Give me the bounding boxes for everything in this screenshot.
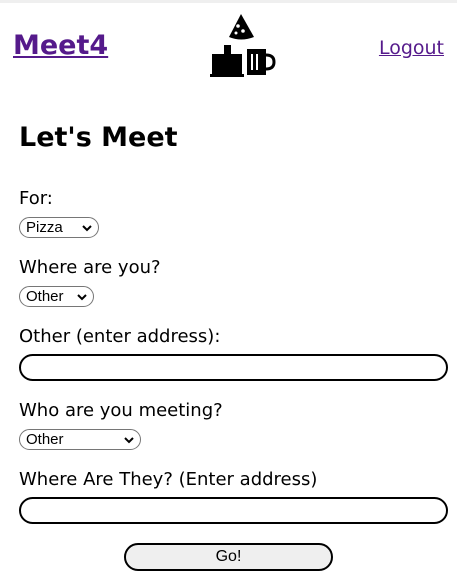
for-select-value: Pizza [26, 219, 63, 236]
brand-link[interactable]: Meet4 [13, 30, 108, 62]
chevron-down-icon [124, 437, 134, 444]
go-button[interactable]: Go! [124, 543, 333, 571]
meeting-select-value: Other [26, 431, 64, 448]
meeting-select[interactable]: Other [19, 429, 141, 450]
chevron-down-icon [77, 294, 87, 301]
for-label: For: [19, 188, 53, 209]
logout-link[interactable]: Logout [379, 37, 444, 60]
meeting-label: Who are you meeting? [19, 400, 223, 421]
location-label: Where are you? [19, 257, 161, 278]
page-title: Let's Meet [19, 122, 178, 153]
location-select-value: Other [26, 288, 64, 305]
chevron-down-icon [82, 225, 92, 232]
other-address-input[interactable] [19, 354, 448, 381]
for-select[interactable]: Pizza [19, 217, 99, 238]
other-address-label: Other (enter address): [19, 326, 221, 347]
pizza-and-coffee-logo-icon [210, 14, 276, 77]
their-address-label: Where Are They? (Enter address) [19, 469, 318, 490]
top-strip [0, 0, 457, 3]
location-select[interactable]: Other [19, 286, 94, 307]
their-address-input[interactable] [19, 497, 448, 524]
